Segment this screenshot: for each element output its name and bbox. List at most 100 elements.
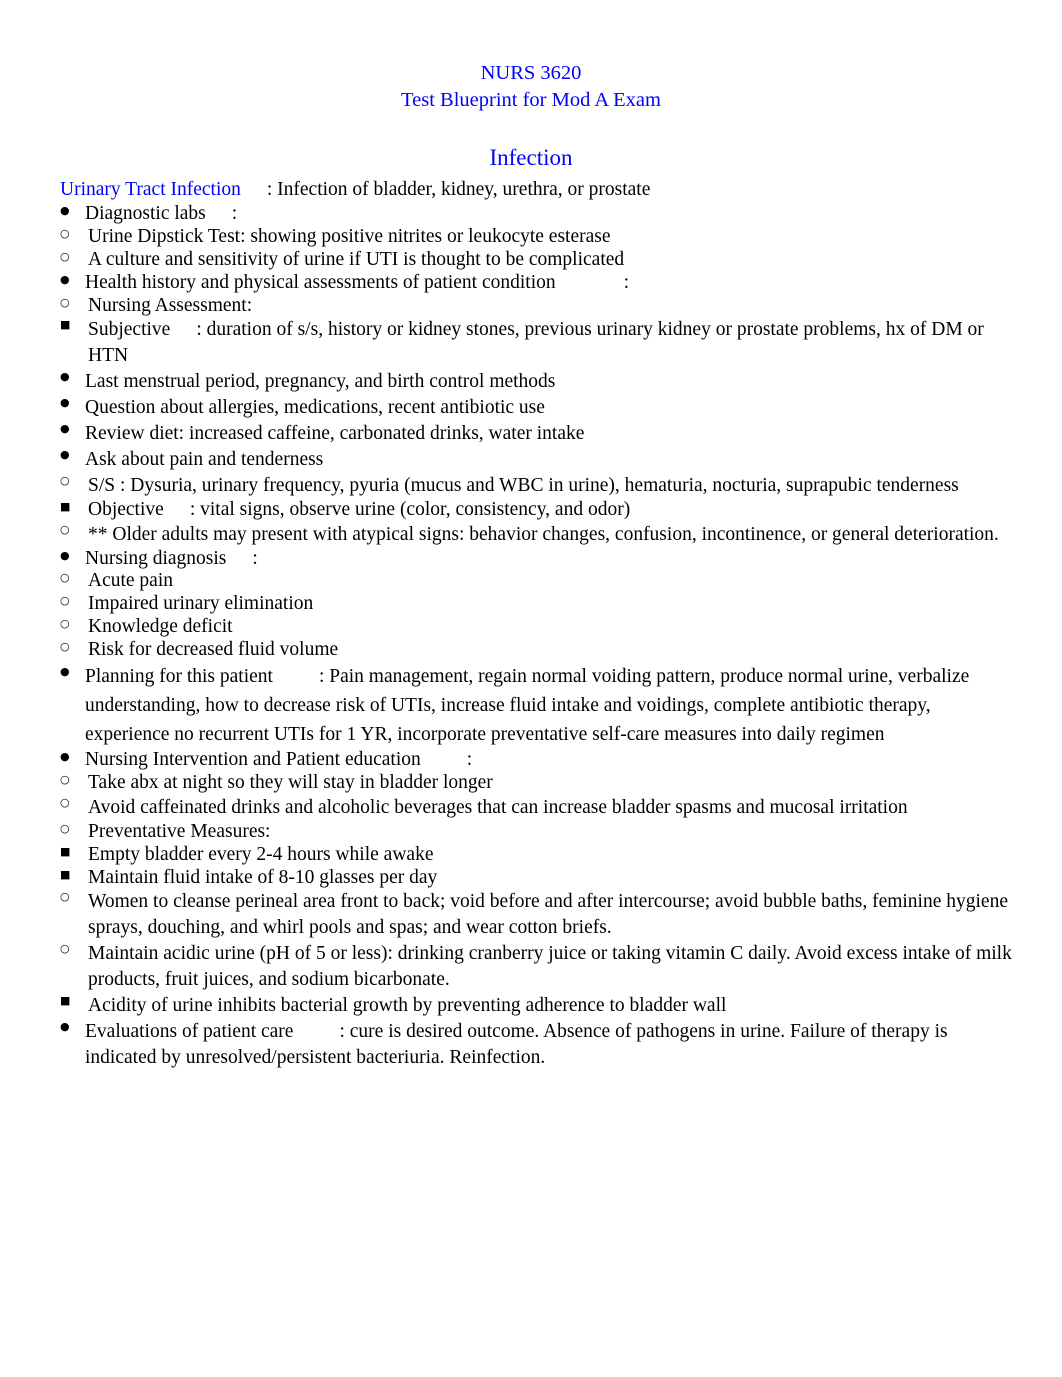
circle-bullet-icon — [60, 593, 86, 608]
health-history-colon: : — [623, 271, 630, 293]
list-item-older-adults-note: ** Older adults may present with atypica… — [60, 522, 1012, 548]
circle-bullet-icon — [60, 616, 86, 631]
disc-bullet-icon — [60, 447, 86, 463]
list-item: Acute pain — [60, 570, 1012, 593]
circle-bullet-icon — [60, 570, 86, 585]
circle-bullet-icon — [60, 821, 86, 836]
circle-bullet-icon — [60, 522, 86, 538]
disc-bullet-icon — [60, 662, 86, 681]
list-item-text: Empty bladder every 2-4 hours while awak… — [88, 843, 434, 865]
evaluations-label: Evaluations of patient care — [85, 1020, 294, 1042]
diagnostic-labs-sublist: Urine Dipstick Test: showing positive ni… — [60, 226, 1012, 272]
list-item-health-history: Health history and physical assessments … — [60, 272, 1012, 548]
list-item-text: Take abx at night so they will stay in b… — [88, 772, 493, 794]
list-item-text: Nursing Assessment: — [88, 294, 253, 316]
list-item-text: Risk for decreased fluid volume — [88, 638, 339, 660]
list-item-text: Maintain acidic urine (pH of 5 or less):… — [88, 943, 1012, 991]
subjective-label: Subjective — [88, 319, 171, 341]
list-item: Urine Dipstick Test: showing positive ni… — [60, 226, 1012, 249]
list-item: Take abx at night so they will stay in b… — [60, 772, 1012, 795]
square-bullet-icon — [60, 317, 86, 333]
preventative-measures-sublist: Empty bladder every 2-4 hours while awak… — [60, 844, 1012, 890]
list-item-text: Evaluations of patient care: cure is des… — [60, 1019, 1012, 1071]
list-item-text: Ask about pain and tenderness — [85, 448, 324, 470]
nursing-diagnosis-colon: : — [252, 547, 258, 569]
circle-bullet-icon — [60, 295, 86, 310]
list-item: A culture and sensitivity of urine if UT… — [60, 249, 1012, 272]
disc-bullet-icon — [60, 369, 86, 385]
list-item: Maintain fluid intake of 8-10 glasses pe… — [60, 867, 1012, 890]
list-item-text: Review diet: increased caffeine, carbona… — [85, 423, 585, 445]
list-item: Last menstrual period, pregnancy, and bi… — [60, 369, 1012, 395]
disc-bullet-icon — [60, 395, 86, 411]
disc-bullet-icon — [60, 749, 86, 764]
list-item: Acidity of urine inhibits bacterial grow… — [60, 993, 1012, 1019]
planning-label: Planning for this patient — [85, 665, 273, 687]
acidity-note-sublist: Acidity of urine inhibits bacterial grow… — [60, 993, 1012, 1019]
list-item-text: Objective: vital signs, observe urine (c… — [60, 499, 1012, 522]
list-item-text: Health history and physical assessments … — [60, 272, 1012, 295]
list-item-text: Last menstrual period, pregnancy, and bi… — [85, 371, 556, 393]
section-heading-infection: Infection — [489, 144, 573, 170]
list-item: Risk for decreased fluid volume — [60, 639, 1012, 662]
nursing-assessment-sublist: Subjective: duration of s/s, history or … — [60, 317, 1012, 521]
list-item-text: Question about allergies, medications, r… — [85, 397, 545, 419]
nursing-diagnosis-sublist: Acute pain Impaired urinary elimination … — [60, 570, 1012, 661]
nursing-intervention-sublist: Take abx at night so they will stay in b… — [60, 772, 1012, 1019]
list-item-text: Preventative Measures: — [88, 820, 271, 842]
list-item-signs-symptoms: S/S : Dysuria, urinary frequency, pyuria… — [60, 473, 1012, 499]
square-bullet-icon — [60, 844, 86, 859]
outline-root: Diagnostic labs: Urine Dipstick Test: sh… — [60, 203, 1012, 1071]
list-item-text: Avoid caffeinated drinks and alcoholic b… — [88, 797, 908, 818]
list-item: Knowledge deficit — [60, 616, 1012, 639]
diagnostic-labs-label: Diagnostic labs — [85, 203, 206, 225]
health-history-sublist: Nursing Assessment: Subjective: duration… — [60, 295, 1012, 548]
list-item-objective: Objective: vital signs, observe urine (c… — [60, 499, 1012, 522]
nursing-diagnosis-label: Nursing diagnosis — [85, 547, 227, 569]
list-item: Avoid caffeinated drinks and alcoholic b… — [60, 795, 1012, 821]
list-item-text: Acute pain — [88, 570, 174, 592]
list-item-text: Knowledge deficit — [88, 616, 233, 637]
list-item-women-hygiene: Women to cleanse perineal area front to … — [60, 889, 1012, 941]
list-item-nursing-intervention: Nursing Intervention and Patient educati… — [60, 749, 1012, 1019]
circle-bullet-icon — [60, 639, 86, 654]
list-item-text: ** Older adults may present with atypica… — [88, 523, 999, 545]
list-item-preventative-measures: Preventative Measures: Empty bladder eve… — [60, 821, 1012, 889]
disc-bullet-icon — [60, 203, 86, 218]
list-item-subjective: Subjective: duration of s/s, history or … — [60, 317, 1012, 498]
list-item-acidic-urine: Maintain acidic urine (pH of 5 or less):… — [60, 941, 1012, 1019]
square-bullet-icon — [60, 499, 86, 514]
list-item-text: Subjective: duration of s/s, history or … — [60, 317, 1012, 369]
list-item-text: Maintain fluid intake of 8-10 glasses pe… — [88, 866, 438, 888]
circle-bullet-icon — [60, 226, 86, 241]
document-page: NURS 3620 Test Blueprint for Mod A Exam … — [0, 0, 1062, 1377]
list-item-text: S/S : Dysuria, urinary frequency, pyuria… — [88, 474, 959, 496]
circle-bullet-icon — [60, 941, 86, 957]
circle-bullet-icon — [60, 795, 86, 811]
list-item-planning: Planning for this patient: Pain manageme… — [60, 662, 1012, 750]
subjective-sublist: Last menstrual period, pregnancy, and bi… — [60, 369, 1012, 499]
list-item-text: Nursing Intervention and Patient educati… — [60, 749, 1012, 772]
list-item-nursing-diagnosis: Nursing diagnosis: Acute pain Impaired u… — [60, 548, 1012, 662]
objective-text: : vital signs, observe urine (color, con… — [189, 498, 631, 520]
disc-bullet-icon — [60, 548, 86, 563]
document-header: NURS 3620 Test Blueprint for Mod A Exam — [0, 0, 1062, 115]
list-item-text: Nursing diagnosis: — [60, 548, 1012, 571]
list-item-text: Urine Dipstick Test: showing positive ni… — [88, 226, 611, 248]
ss-sublist: S/S : Dysuria, urinary frequency, pyuria… — [60, 473, 1012, 499]
subjective-text: : duration of s/s, history or kidney sto… — [88, 319, 984, 367]
circle-bullet-icon — [60, 889, 86, 905]
disc-bullet-icon — [60, 1019, 86, 1035]
list-item-text: Diagnostic labs: — [60, 203, 1012, 226]
disc-bullet-icon — [60, 421, 86, 437]
list-item: Question about allergies, medications, r… — [60, 395, 1012, 421]
list-item-text: Women to cleanse perineal area front to … — [88, 891, 1008, 939]
list-item-evaluations: Evaluations of patient care: cure is des… — [60, 1019, 1012, 1071]
circle-bullet-icon — [60, 249, 86, 264]
square-bullet-icon — [60, 993, 86, 1009]
list-item: Impaired urinary elimination — [60, 593, 1012, 616]
topic-label: Urinary Tract Infection — [60, 178, 241, 200]
list-item: Review diet: increased caffeine, carbona… — [60, 421, 1012, 447]
disc-bullet-icon — [60, 272, 86, 287]
list-item-nursing-assessment: Nursing Assessment: Subjective: duration… — [60, 295, 1012, 522]
